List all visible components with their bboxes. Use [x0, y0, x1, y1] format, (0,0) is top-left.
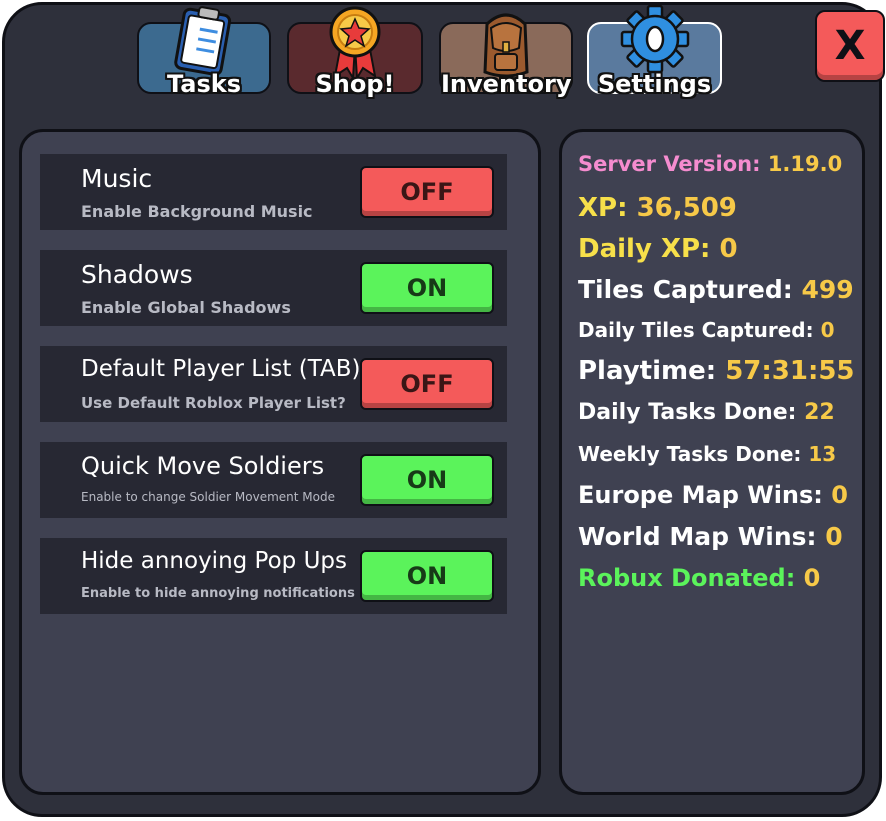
setting-description: Enable to change Soldier Movement Mode	[81, 490, 335, 504]
stat-value: 0	[820, 318, 835, 342]
setting-row-shadows: Shadows Enable Global Shadows ON	[40, 250, 507, 326]
hide-popups-toggle[interactable]: ON	[360, 550, 494, 602]
stat-label: Daily XP:	[578, 234, 720, 264]
tab-label: Shop!	[315, 70, 395, 98]
tab-label: Inventory	[441, 70, 572, 98]
gear-icon	[620, 4, 689, 74]
setting-title: Quick Move Soldiers	[81, 452, 325, 480]
stat-xp: XP: 36,509	[578, 193, 737, 223]
stat-daily-xp: Daily XP: 0	[578, 234, 738, 264]
stat-label: Weekly Tasks Done:	[578, 442, 809, 466]
setting-description: Enable Background Music	[81, 202, 313, 221]
stat-value: 0	[831, 481, 848, 509]
stat-label: Robux Donated:	[578, 564, 804, 592]
stat-daily-tasks-done: Daily Tasks Done: 22	[578, 400, 835, 425]
stat-value: 0	[825, 522, 843, 551]
stat-daily-tiles-captured: Daily Tiles Captured: 0	[578, 318, 835, 342]
close-icon: X	[834, 23, 866, 69]
stat-value: 499	[801, 275, 854, 304]
setting-row-quick-move: Quick Move Soldiers Enable to change Sol…	[40, 442, 507, 518]
clipboard-icon	[174, 6, 232, 76]
setting-row-music: Music Enable Background Music OFF	[40, 154, 507, 230]
music-toggle[interactable]: OFF	[360, 166, 494, 218]
tab-inventory[interactable]: Inventory	[439, 13, 573, 98]
setting-title: Music	[81, 164, 153, 193]
stat-label: Playtime:	[578, 356, 726, 386]
tab-label: Tasks	[166, 70, 241, 98]
stat-label: XP:	[578, 193, 637, 223]
tab-settings[interactable]: Settings	[587, 4, 722, 98]
stat-tiles-captured: Tiles Captured: 499	[578, 275, 854, 304]
backpack-icon	[483, 13, 529, 78]
setting-title: Hide annoying Pop Ups	[81, 548, 348, 574]
stat-value: 1.19.0	[767, 152, 843, 176]
stat-label: Tiles Captured:	[578, 275, 802, 304]
setting-description: Use Default Roblox Player List?	[81, 394, 346, 412]
tab-label: Settings	[597, 70, 712, 98]
player-list-toggle[interactable]: OFF	[360, 358, 494, 410]
stat-world-map-wins: World Map Wins: 0	[578, 522, 843, 551]
setting-description: Enable to hide annoying notifications	[81, 586, 355, 601]
stat-server-version: Server Version: 1.19.0	[578, 152, 842, 176]
stat-robux-donated: Robux Donated: 0	[578, 564, 820, 592]
stat-label: World Map Wins:	[578, 522, 826, 551]
quick-move-toggle[interactable]: ON	[360, 454, 494, 506]
stat-playtime: Playtime: 57:31:55	[578, 356, 855, 386]
tab-shop[interactable]: Shop!	[287, 6, 423, 98]
stat-value: 13	[808, 442, 837, 466]
stat-value: 57:31:55	[725, 356, 855, 386]
stat-value: 36,509	[636, 193, 737, 223]
stat-value: 0	[803, 564, 821, 592]
setting-title: Shadows	[81, 260, 193, 289]
stat-weekly-tasks-done: Weekly Tasks Done: 13	[578, 442, 836, 466]
setting-row-player-list: Default Player List (TAB) Use Default Ro…	[40, 346, 507, 422]
stat-value: 22	[804, 400, 835, 425]
stat-europe-map-wins: Europe Map Wins: 0	[578, 481, 848, 509]
setting-description: Enable Global Shadows	[81, 298, 291, 317]
stat-label: Europe Map Wins:	[578, 481, 832, 509]
setting-row-hide-popups: Hide annoying Pop Ups Enable to hide ann…	[40, 538, 507, 614]
stat-label: Server Version:	[578, 152, 768, 176]
tab-tasks[interactable]: Tasks	[137, 6, 271, 98]
stat-label: Daily Tiles Captured:	[578, 318, 821, 342]
ribbon-badge-icon	[329, 6, 381, 80]
shadows-toggle[interactable]: ON	[360, 262, 494, 314]
setting-title: Default Player List (TAB)	[81, 356, 361, 382]
stat-label: Daily Tasks Done:	[578, 400, 805, 425]
stat-value: 0	[719, 234, 738, 264]
close-button[interactable]: X	[815, 10, 885, 82]
